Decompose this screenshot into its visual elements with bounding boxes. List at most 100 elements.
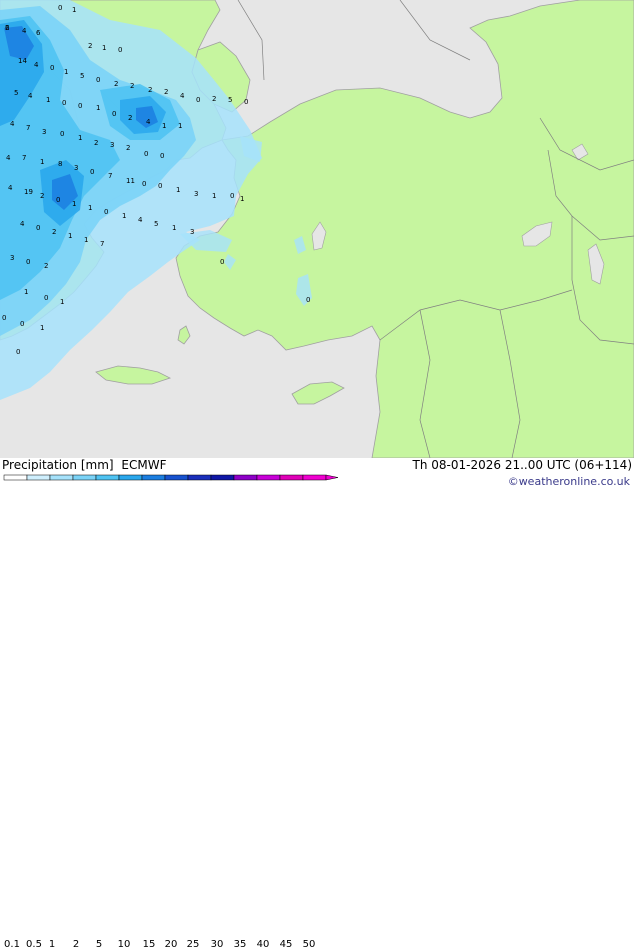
legend-tick-label: 0.1 [4, 939, 20, 950]
map-value-label: 0 [96, 76, 100, 84]
map-value-label: 1 [84, 236, 88, 244]
map-value-label: 1 [46, 96, 50, 104]
map-value-label: 5 [154, 220, 158, 228]
legend-tick-label: 35 [233, 939, 247, 950]
map-value-label: 1 [240, 195, 244, 203]
map-value-label: 1 [88, 204, 92, 212]
map-value-label: 4 [8, 184, 13, 192]
legend-swatch [72, 474, 97, 481]
map-value-label: 2 [40, 192, 44, 200]
map-value-label: 2 [88, 42, 92, 50]
map-value-label: 4 [180, 92, 185, 100]
map-value-label: 7 [100, 240, 104, 248]
map-value-label: 1 [72, 6, 76, 14]
map-value-label: 19 [24, 188, 33, 196]
map-value-label: 4 [22, 27, 27, 35]
map-value-label: 1 [96, 104, 100, 112]
map-value-label: 3 [190, 228, 194, 236]
legend-tick-label: 15 [142, 939, 156, 950]
map-value-label: 2 [212, 95, 216, 103]
map-value-label: 0 [160, 152, 164, 160]
map-value-label: 0 [50, 64, 54, 72]
map-value-label: 0 [244, 98, 248, 106]
map-canvas: 6 4 60 12 1 014 4 0 1 5 0 2 2 2 2 45 4 1 0 0 10 2 4 1 10 2 5 04 7 3 0 1… [0, 0, 634, 459]
map-value-label: 2 [128, 114, 132, 122]
map-value-label: 0 [60, 130, 64, 138]
legend-swatch [279, 474, 304, 481]
credit-text[interactable]: ©weatheronline.co.uk [508, 475, 630, 488]
map-value-label: 5 [80, 72, 84, 80]
map-value-label: 4 [10, 120, 15, 128]
legend-swatch [26, 474, 51, 481]
legend-swatch [3, 474, 28, 481]
legend-tick-label: 20 [164, 939, 178, 950]
map-value-label: 1 [68, 232, 72, 240]
map-value-label: 1 [40, 324, 44, 332]
map-value-label: 0 [220, 258, 224, 266]
map-value-label: 0 [2, 314, 6, 322]
map-value-label: 4 [146, 118, 151, 126]
map-value-label: 0 [104, 208, 108, 216]
map-value-label: 3 [194, 190, 198, 198]
map-value-label: 7 [26, 124, 30, 132]
map-value-label: 1 [64, 68, 68, 76]
legend-tick-label: 5 [95, 939, 103, 950]
map-value-label: 0 [58, 4, 62, 12]
map-value-label: 5 [14, 89, 18, 97]
map-value-label: 0 [44, 294, 48, 302]
map-value-label: 3 [110, 141, 114, 149]
map-value-label: 1 [178, 122, 182, 130]
map-value-label: 0 [142, 180, 146, 188]
map-value-label: 7 [22, 154, 26, 162]
legend-swatch [233, 474, 258, 481]
map-value-label: 4 [138, 216, 143, 224]
legend-swatch [187, 474, 212, 481]
map-value-label: 1 [24, 288, 28, 296]
legend-tick-label: 2 [72, 939, 80, 950]
map-value-label: 0 [78, 102, 82, 110]
map-value-label: 3 [42, 128, 46, 136]
map-value-label: 0 [306, 296, 310, 304]
legend-swatch [141, 474, 166, 481]
map-value-label: 2 [5, 24, 9, 32]
map-value-label: 3 [10, 254, 14, 262]
legend-arrow [325, 474, 339, 481]
map-value-label: 0 [36, 224, 40, 232]
map-value-label: 2 [126, 144, 130, 152]
legend-tick-label: 40 [256, 939, 270, 950]
map-value-label: 7 [108, 172, 112, 180]
map-value-label: 11 [126, 177, 135, 185]
map-value-label: 0 [118, 46, 122, 54]
legend-tick-label: 50 [302, 939, 316, 950]
legend-swatch [49, 474, 74, 481]
legend-tick-label: 30 [210, 939, 224, 950]
precipitation-map: 6 4 6 0 1 2 1 0 14 4 0 1 5 0 2 2 2 2 4 5 4 1 0 0 1 0 2 4 1 1 0 2 5 0 4 7 3 0 1… [0, 0, 634, 459]
map-value-label: 0 [230, 192, 234, 200]
map-value-label: 0 [56, 196, 60, 204]
map-value-label: 1 [72, 200, 76, 208]
map-value-label: 1 [60, 298, 64, 306]
map-value-label: 0 [196, 96, 200, 104]
legend-tick-label: 10 [117, 939, 131, 950]
map-value-label: 4 [28, 92, 33, 100]
map-value-label: 1 [122, 212, 126, 220]
legend-swatch [118, 474, 143, 481]
footer: Precipitation [mm] ECMWF Th 08-01-2026 2… [0, 458, 634, 950]
map-value-label: 0 [20, 320, 24, 328]
map-value-label: 4 [34, 61, 39, 69]
map-value-label: 0 [158, 182, 162, 190]
map-value-label: 6 [36, 29, 41, 37]
map-value-label: 1 [212, 192, 216, 200]
legend-swatch [95, 474, 120, 481]
map-value-label: 2 [164, 88, 168, 96]
legend-tick-label: 0.5 [26, 939, 42, 950]
map-value-label: 0 [26, 258, 30, 266]
map-value-label: 2 [52, 228, 56, 236]
map-value-label: 2 [94, 139, 98, 147]
map-value-label: 2 [130, 82, 134, 90]
legend-tick-label: 45 [279, 939, 293, 950]
map-value-label: 14 [18, 57, 27, 65]
map-value-label: 2 [114, 80, 118, 88]
legend-tick-label: 1 [48, 939, 56, 950]
legend-swatch [164, 474, 189, 481]
